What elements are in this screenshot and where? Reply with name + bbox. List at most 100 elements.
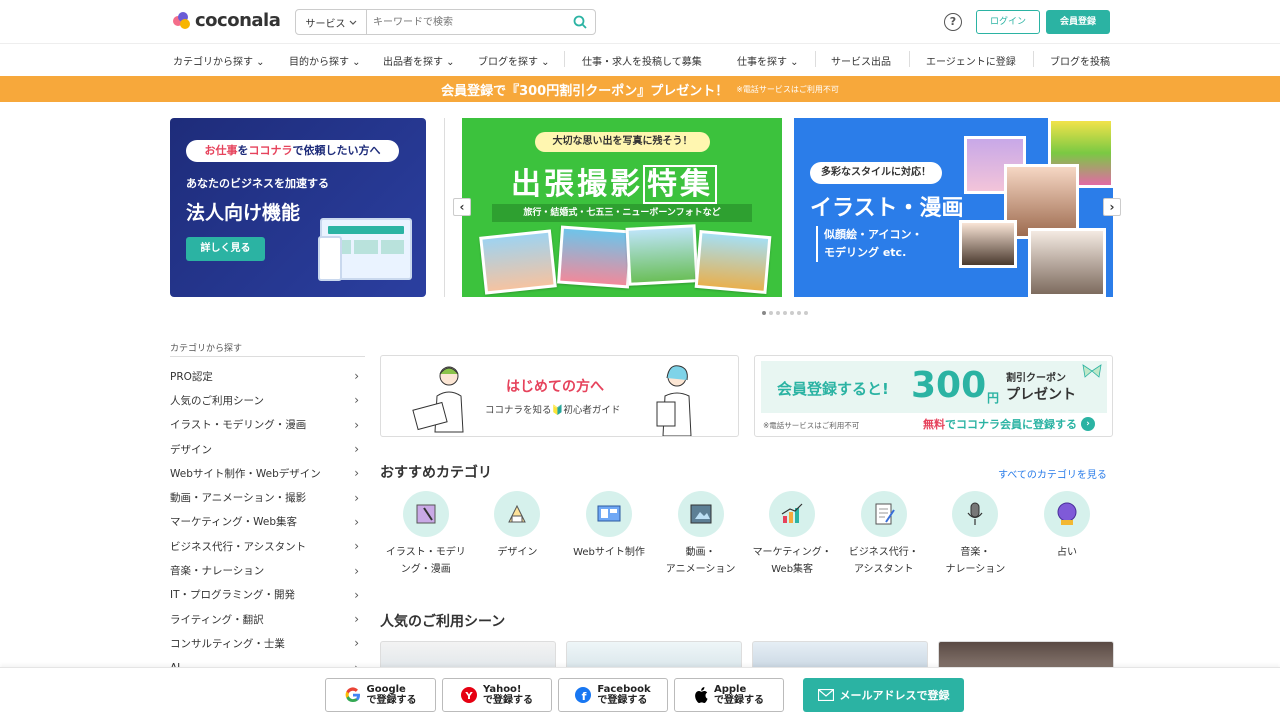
category-website[interactable]: Webサイト制作 [563,491,655,578]
fortune-icon [1043,491,1090,537]
banner-business-button[interactable]: 詳しく見る [186,237,265,261]
banner-business[interactable]: お仕事をココナラで依頼したい方へ あなたのビジネスを加速する 法人向け機能 詳し… [170,118,426,297]
sidebar-item-marketing[interactable]: マーケティング・Web集客 › [170,510,365,534]
category-video[interactable]: 動画・ アニメーション [655,491,747,578]
sidebar-item-pro[interactable]: PRO認定 › [170,364,365,388]
beginner-guide-card[interactable]: はじめての方へ ココナラを知る🔰初心者ガイド [380,355,739,437]
category-music[interactable]: 音楽・ ナレーション [930,491,1022,578]
nav-purpose[interactable]: 目的から探す ⌄ [289,53,361,68]
search-button[interactable] [565,10,595,34]
sidebar-item-writing[interactable]: ライティング・翻訳 › [170,607,365,631]
register-button[interactable]: 会員登録 [1046,10,1110,34]
banner-photo-title: 出張撮影 特集 [511,159,717,204]
banner-illustration-pill: 多彩なスタイルに対応！ [810,162,942,184]
logo[interactable]: coconala [173,10,281,31]
sidebar-item-consulting[interactable]: コンサルティング・士業 › [170,631,365,655]
carousel-dot[interactable] [797,311,801,315]
recommended-title: おすすめカテゴリ [380,465,492,481]
music-icon [952,491,999,537]
sidebar-item-popular-scenes[interactable]: 人気のご利用シーン › [170,388,365,412]
carousel-dot[interactable] [783,311,787,315]
coupon-register-link[interactable]: 無料でココナラ会員に登録する › [923,416,1095,432]
banner-illustration-title: イラスト・漫画 [810,196,964,221]
coupon-amount: 300 [911,365,987,406]
design-icon [494,491,541,537]
nav-category[interactable]: カテゴリから探す ⌄ [173,53,265,68]
nav-post-job[interactable]: 仕事・求人を投稿して募集 [582,53,702,68]
category-marketing[interactable]: マーケティング・ Web集客 [746,491,838,578]
sidebar-title: カテゴリから探す [170,344,243,354]
google-signup-button[interactable]: Google で登録する [325,678,436,712]
promo-note: ※電話サービスはご利用不可 [736,84,839,94]
nav-sell-service[interactable]: サービス出品 [831,53,891,68]
carousel-dot[interactable] [769,311,773,315]
category-fortune[interactable]: 占い [1021,491,1113,578]
photo-image [625,224,699,286]
chevron-right-icon: › [354,563,359,578]
nav-post-blog[interactable]: ブログを投稿 [1050,53,1110,68]
carousel-dot[interactable] [776,311,780,315]
promo-bar[interactable]: 会員登録で『300円割引クーポン』プレゼント！ ※電話サービスはご利用不可 [0,76,1280,102]
banner-illustration-subtitle: 似顔絵・アイコン・ モデリング etc. [816,226,922,262]
woman-with-tablet-illustration [656,365,692,436]
header: coconala サービス ? ログイン 会員登録 [0,0,1280,44]
banner-business-subtitle: あなたのビジネスを加速する [186,177,329,190]
apple-signup-button[interactable]: Apple で登録する [674,678,784,712]
nav-divider [1033,51,1034,67]
help-icon[interactable]: ? [944,13,962,31]
man-with-laptop-illustration [412,366,464,433]
category-business[interactable]: ビジネス代行・ アシスタント [838,491,930,578]
business-icon [860,491,907,537]
yahoo-signup-button[interactable]: Y Yahoo! で登録する [442,678,552,712]
promo-text: 会員登録で『300円割引クーポン』プレゼント！ [441,83,729,99]
coupon-card[interactable]: 会員登録すると! 300 円 割引クーポン プレゼント ※電話サービスはご利用不… [754,355,1113,437]
logo-text: coconala [195,10,281,31]
sidebar-item-music[interactable]: 音楽・ナレーション › [170,558,365,582]
website-icon [585,491,632,537]
search-input[interactable] [367,10,565,34]
nav-find-work[interactable]: 仕事を探す ⌄ [737,53,799,68]
nav-divider [564,51,565,67]
photo-image [557,225,633,289]
nav-blogs[interactable]: ブログを探す ⌄ [478,53,550,68]
chevron-right-icon: › [354,417,359,432]
facebook-signup-button[interactable]: f Facebook で登録する [558,678,668,712]
coupon-label: 会員登録すると! [777,380,889,398]
arrow-right-icon: › [1081,417,1095,431]
sidebar-item-design[interactable]: デザイン › [170,437,365,461]
carousel-dot[interactable] [790,311,794,315]
carousel-dot[interactable] [762,311,766,315]
search-bar: サービス [295,9,596,35]
banner-illustration[interactable]: 多彩なスタイルに対応！ イラスト・漫画 似顔絵・アイコン・ モデリング etc. [794,118,1113,297]
carousel-next-button[interactable]: › [1103,198,1121,216]
banner-photo-subtitle: 旅行・結婚式・七五三・ニューボーンフォトなど [492,204,752,222]
nav-sellers[interactable]: 出品者を探す ⌄ [383,53,455,68]
sidebar-item-video[interactable]: 動画・アニメーション・撮影 › [170,485,365,509]
carousel-dot[interactable] [804,311,808,315]
svg-text:f: f [582,690,587,703]
phone-illustration [318,236,342,281]
search-type-label: サービス [305,18,346,30]
login-button[interactable]: ログイン [976,10,1040,34]
nav-agent-register[interactable]: エージェントに登録 [926,53,1016,68]
email-signup-button[interactable]: メールアドレスで登録 [803,678,964,712]
art-image [959,220,1017,268]
sidebar-divider [170,356,365,357]
search-type-select[interactable]: サービス [296,10,367,34]
category-design[interactable]: デザイン [472,491,564,578]
sidebar-item-business[interactable]: ビジネス代行・アシスタント › [170,534,365,558]
banner-photo[interactable]: 大切な思い出を写真に残そう！ 出張撮影 特集 旅行・結婚式・七五三・ニューボーンフ… [462,118,782,297]
carousel-prev-button[interactable]: ‹ [453,198,471,216]
category-illustration[interactable]: イラスト・モデリ ング・漫画 [380,491,472,578]
sidebar-item-website[interactable]: Webサイト制作・Webデザイン › [170,461,365,485]
search-icon [573,15,587,29]
carousel-dots [762,311,808,315]
mail-icon [817,689,834,701]
video-icon [677,491,724,537]
sidebar-item-illustration[interactable]: イラスト・モデリング・漫画 › [170,413,365,437]
banner-business-title: 法人向け機能 [186,202,301,224]
sidebar-item-it[interactable]: IT・プログラミング・開発 › [170,583,365,607]
chevron-right-icon: › [354,442,359,457]
see-all-categories-link[interactable]: すべてのカテゴリを見る [998,466,1107,481]
art-image [1028,228,1106,297]
